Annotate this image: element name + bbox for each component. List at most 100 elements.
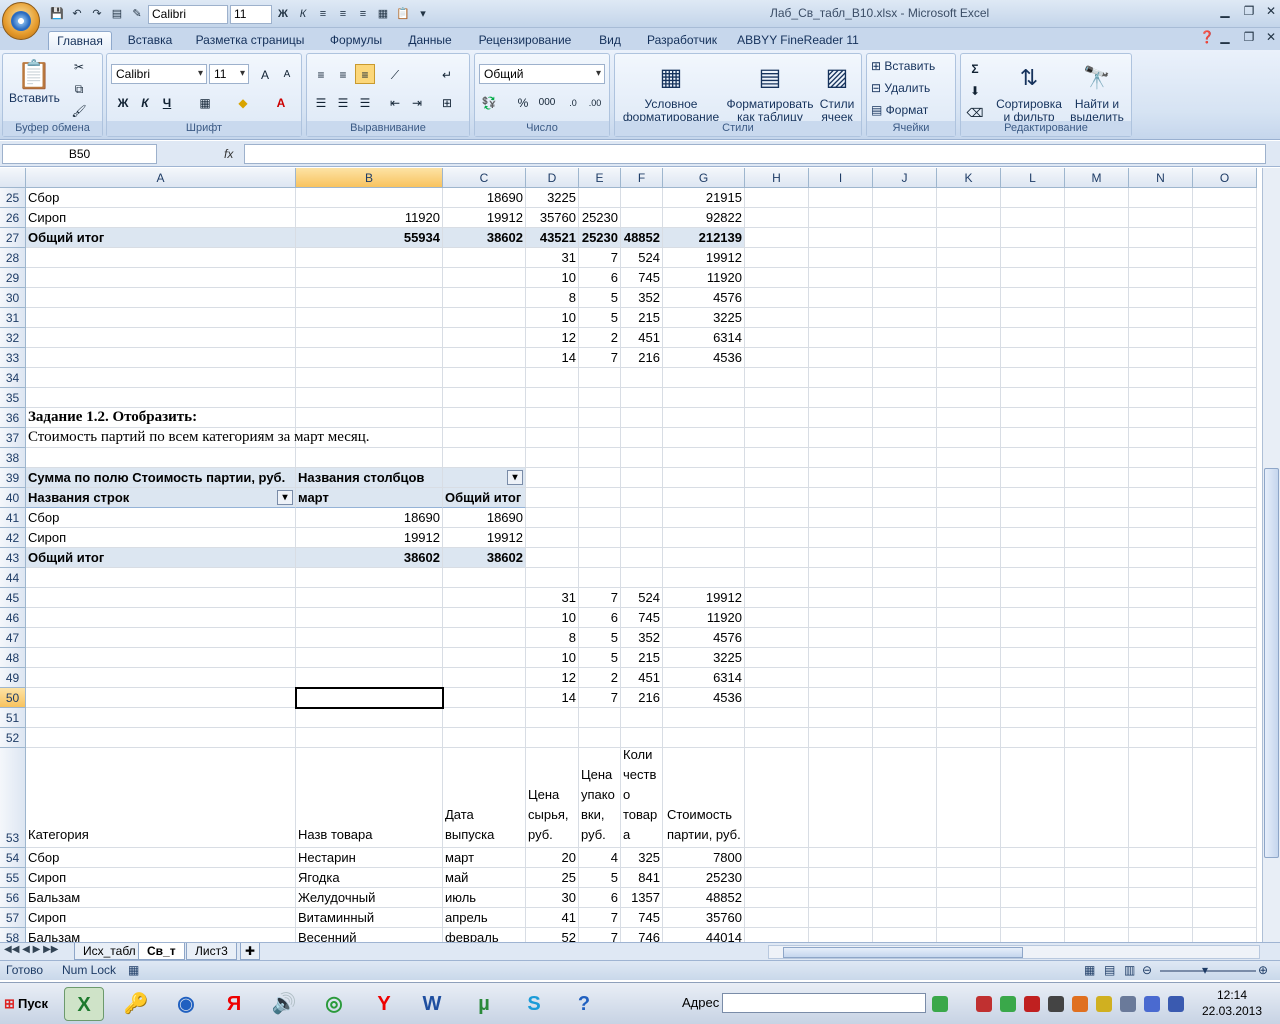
cell-j-57[interactable] xyxy=(873,908,937,928)
row-header[interactable]: 56 xyxy=(0,888,26,908)
cell-i-39[interactable] xyxy=(809,468,873,488)
conditional-format-button[interactable]: ▦ Условное форматирование xyxy=(617,58,725,124)
cell-o-49[interactable] xyxy=(1193,668,1257,688)
font-name-select[interactable]: Calibri xyxy=(111,64,207,84)
cell-c-46[interactable] xyxy=(443,608,526,628)
cell-e-49[interactable]: 2 xyxy=(579,668,621,688)
cell-n-54[interactable] xyxy=(1129,848,1193,868)
cell-h-41[interactable] xyxy=(745,508,809,528)
row-header[interactable]: 34 xyxy=(0,368,26,388)
cell-f-41[interactable] xyxy=(621,508,663,528)
cell-k-34[interactable] xyxy=(937,368,1001,388)
cell-m-49[interactable] xyxy=(1065,668,1129,688)
row-header[interactable]: 52 xyxy=(0,728,26,748)
cell-a-33[interactable] xyxy=(26,348,296,368)
redo-icon[interactable]: ↷ xyxy=(88,5,106,23)
cell-c-35[interactable] xyxy=(443,388,526,408)
cell-n-27[interactable] xyxy=(1129,228,1193,248)
format-cells-button[interactable]: ▤ Формат xyxy=(871,104,928,117)
row-header[interactable]: 46 xyxy=(0,608,26,628)
cell-o-27[interactable] xyxy=(1193,228,1257,248)
cell-m-44[interactable] xyxy=(1065,568,1129,588)
align-right-icon[interactable]: ☰ xyxy=(355,92,375,112)
cell-d-28[interactable]: 31 xyxy=(526,248,579,268)
ribbon-minimize-icon[interactable]: ▁ xyxy=(1214,30,1236,46)
qat-customize-icon[interactable]: ▾ xyxy=(414,5,432,23)
cell-b-26[interactable]: 11920 xyxy=(296,208,443,228)
cell-c-47[interactable] xyxy=(443,628,526,648)
address-input[interactable] xyxy=(722,993,926,1013)
cell-e-46[interactable]: 6 xyxy=(579,608,621,628)
cell-k-55[interactable] xyxy=(937,868,1001,888)
cell-h-33[interactable] xyxy=(745,348,809,368)
qat-align-left-icon[interactable]: ≡ xyxy=(314,5,332,23)
cell-d-35[interactable] xyxy=(526,388,579,408)
cell-j-56[interactable] xyxy=(873,888,937,908)
increase-decimal-icon[interactable]: .0 xyxy=(563,92,583,112)
cell-i-35[interactable] xyxy=(809,388,873,408)
cell-m-31[interactable] xyxy=(1065,308,1129,328)
sheet-tab-pivot[interactable]: Св_т xyxy=(138,943,185,960)
cell-i-33[interactable] xyxy=(809,348,873,368)
cell-b-53[interactable]: Назв товара xyxy=(296,748,443,848)
cell-g-28[interactable]: 19912 xyxy=(663,248,745,268)
cell-m-26[interactable] xyxy=(1065,208,1129,228)
cell-d-33[interactable]: 14 xyxy=(526,348,579,368)
cell-b-27[interactable]: 55934 xyxy=(296,228,443,248)
cell-m-38[interactable] xyxy=(1065,448,1129,468)
cell-a-31[interactable] xyxy=(26,308,296,328)
cell-o-52[interactable] xyxy=(1193,728,1257,748)
cell-a-29[interactable] xyxy=(26,268,296,288)
cell-a-41[interactable]: Сбор xyxy=(26,508,296,528)
cell-b-33[interactable] xyxy=(296,348,443,368)
cell-m-46[interactable] xyxy=(1065,608,1129,628)
column-header-n[interactable]: N xyxy=(1129,168,1193,188)
insert-cells-button[interactable]: ⊞ Вставить xyxy=(871,60,935,73)
cell-g-50[interactable]: 4536 xyxy=(663,688,745,708)
column-header-c[interactable]: C xyxy=(443,168,526,188)
cell-i-26[interactable] xyxy=(809,208,873,228)
cell-d-57[interactable]: 41 xyxy=(526,908,579,928)
cell-e-30[interactable]: 5 xyxy=(579,288,621,308)
cell-a-51[interactable] xyxy=(26,708,296,728)
cell-h-52[interactable] xyxy=(745,728,809,748)
horizontal-scrollbar[interactable] xyxy=(768,945,1260,959)
cell-l-57[interactable] xyxy=(1001,908,1065,928)
cell-l-39[interactable] xyxy=(1001,468,1065,488)
cell-f-46[interactable]: 745 xyxy=(621,608,663,628)
tab-home[interactable]: Главная xyxy=(48,31,112,50)
cell-h-45[interactable] xyxy=(745,588,809,608)
cell-h-29[interactable] xyxy=(745,268,809,288)
cell-o-36[interactable] xyxy=(1193,408,1257,428)
cell-k-47[interactable] xyxy=(937,628,1001,648)
ribbon-restore-icon[interactable]: ❐ xyxy=(1238,30,1260,46)
cell-k-27[interactable] xyxy=(937,228,1001,248)
cell-c-25[interactable]: 18690 xyxy=(443,188,526,208)
cell-o-38[interactable] xyxy=(1193,448,1257,468)
cell-i-56[interactable] xyxy=(809,888,873,908)
cell-g-27[interactable]: 212139 xyxy=(663,228,745,248)
chrome-taskbar-icon[interactable]: ◎ xyxy=(314,987,354,1021)
cell-h-32[interactable] xyxy=(745,328,809,348)
cell-j-51[interactable] xyxy=(873,708,937,728)
cell-d-45[interactable]: 31 xyxy=(526,588,579,608)
column-header-m[interactable]: M xyxy=(1065,168,1129,188)
cell-l-40[interactable] xyxy=(1001,488,1065,508)
cell-i-28[interactable] xyxy=(809,248,873,268)
cell-j-43[interactable] xyxy=(873,548,937,568)
cell-b-30[interactable] xyxy=(296,288,443,308)
cell-m-33[interactable] xyxy=(1065,348,1129,368)
row-filter-dropdown-icon[interactable]: ▾ xyxy=(277,490,293,505)
cell-a-52[interactable] xyxy=(26,728,296,748)
row-header[interactable]: 39 xyxy=(0,468,26,488)
cell-h-58[interactable] xyxy=(745,928,809,942)
cell-l-55[interactable] xyxy=(1001,868,1065,888)
cell-e-55[interactable]: 5 xyxy=(579,868,621,888)
column-header-j[interactable]: J xyxy=(873,168,937,188)
cell-g-53[interactable]: Стоимость партии, руб. xyxy=(663,748,745,848)
cell-l-43[interactable] xyxy=(1001,548,1065,568)
cell-g-32[interactable]: 6314 xyxy=(663,328,745,348)
cell-n-38[interactable] xyxy=(1129,448,1193,468)
cell-d-34[interactable] xyxy=(526,368,579,388)
cell-b-57[interactable]: Витаминный xyxy=(296,908,443,928)
